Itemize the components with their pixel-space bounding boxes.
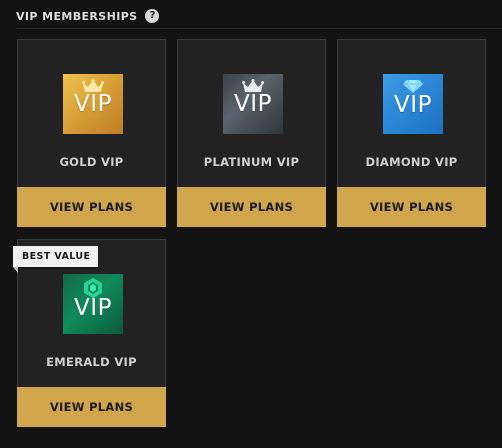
section-title: VIP MEMBERSHIPS [16, 9, 138, 23]
emerald-vip-logo: VIP [63, 274, 123, 334]
logo-vip-text: VIP [234, 91, 272, 117]
membership-card-gold: VIP GOLD VIP VIEW PLANS [17, 39, 166, 227]
logo-vip-text: VIP [394, 92, 432, 118]
card-title: EMERALD VIP [46, 355, 137, 369]
card-title: DIAMOND VIP [365, 155, 458, 169]
section-header: VIP MEMBERSHIPS ? [16, 8, 160, 24]
card-title: GOLD VIP [59, 155, 124, 169]
membership-card-diamond: VIP DIAMOND VIP VIEW PLANS [337, 39, 486, 227]
view-plans-button-platinum[interactable]: VIEW PLANS [177, 187, 326, 227]
view-plans-button-gold[interactable]: VIEW PLANS [17, 187, 166, 227]
diamond-vip-logo: VIP [383, 74, 443, 134]
membership-card-emerald: VIP EMERALD VIP VIEW PLANS BEST VALUE [13, 239, 166, 427]
gold-vip-logo: VIP [63, 74, 123, 134]
card-title: PLATINUM VIP [203, 155, 300, 169]
membership-card-platinum: VIP PLATINUM VIP VIEW PLANS [177, 39, 326, 227]
view-plans-button-diamond[interactable]: VIEW PLANS [337, 187, 486, 227]
best-value-badge: BEST VALUE [13, 246, 99, 273]
header-divider [16, 28, 502, 29]
help-question-icon[interactable]: ? [145, 9, 160, 23]
view-plans-button-emerald[interactable]: VIEW PLANS [17, 387, 166, 427]
logo-vip-text: VIP [74, 295, 112, 321]
logo-vip-text: VIP [74, 91, 112, 117]
platinum-vip-logo: VIP [223, 74, 283, 134]
